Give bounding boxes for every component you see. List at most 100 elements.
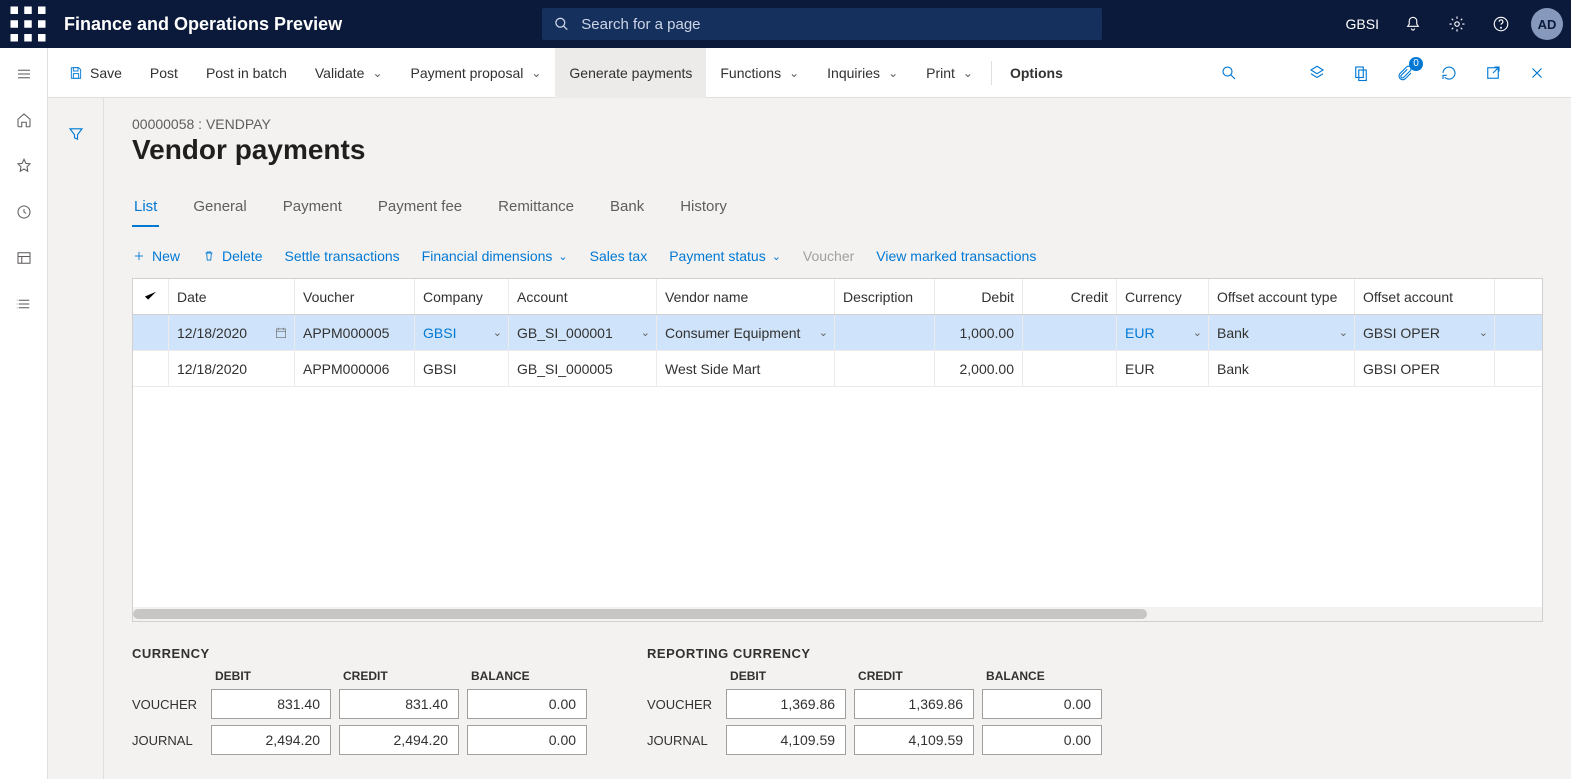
col-vendor-name[interactable]: Vendor name <box>657 279 835 314</box>
cell-offset-type[interactable]: Bank <box>1209 351 1355 386</box>
delete-button[interactable]: Delete <box>202 248 262 264</box>
favorites-icon[interactable] <box>2 144 46 188</box>
payment-proposal-button[interactable]: Payment proposal⌄ <box>397 48 556 98</box>
tab-list[interactable]: List <box>132 192 159 227</box>
col-offset-account[interactable]: Offset account <box>1355 279 1495 314</box>
options-button[interactable]: Options <box>996 48 1077 98</box>
cell-debit[interactable]: 2,000.00 <box>935 351 1023 386</box>
select-all-checkbox[interactable] <box>133 279 169 314</box>
col-voucher[interactable]: Voucher <box>295 279 415 314</box>
tab-bank[interactable]: Bank <box>608 192 646 227</box>
find-button[interactable] <box>1209 53 1249 93</box>
col-offset-type[interactable]: Offset account type <box>1209 279 1355 314</box>
company-indicator[interactable]: GBSI <box>1336 16 1389 32</box>
attachments-button[interactable]: 0 <box>1385 53 1425 93</box>
user-avatar[interactable]: AD <box>1531 8 1563 40</box>
col-currency[interactable]: Currency <box>1117 279 1209 314</box>
tab-general[interactable]: General <box>191 192 248 227</box>
app-launcher-icon[interactable] <box>8 4 48 44</box>
cell-account[interactable]: GB_SI_000005 <box>509 351 657 386</box>
cell-description[interactable] <box>835 351 935 386</box>
cell-credit[interactable] <box>1023 315 1117 350</box>
payment-status-link[interactable]: Payment status⌄ <box>669 248 781 264</box>
row-selector[interactable] <box>133 315 169 350</box>
generate-payments-button[interactable]: Generate payments <box>555 48 706 98</box>
cell-vendor[interactable]: Consumer Equipment⌄ <box>657 315 835 350</box>
grid-row[interactable]: 12/18/2020 APPM000005 GBSI⌄ GB_SI_000001… <box>133 315 1542 351</box>
print-button[interactable]: Print⌄ <box>912 48 987 98</box>
nav-expand-button[interactable] <box>2 52 46 96</box>
settle-transactions-link[interactable]: Settle transactions <box>284 248 399 264</box>
tab-history[interactable]: History <box>678 192 729 227</box>
horizontal-scrollbar[interactable] <box>133 607 1542 621</box>
cell-company[interactable]: GBSI⌄ <box>415 315 509 350</box>
functions-button[interactable]: Functions⌄ <box>706 48 813 98</box>
chevron-down-icon: ⌄ <box>493 326 502 339</box>
cell-offset-type[interactable]: Bank⌄ <box>1209 315 1355 350</box>
currency-totals-title: CURRENCY <box>132 646 587 661</box>
cell-date[interactable]: 12/18/2020 <box>169 351 295 386</box>
cell-offset-account[interactable]: GBSI OPER⌄ <box>1355 315 1495 350</box>
sales-tax-link[interactable]: Sales tax <box>590 248 648 264</box>
home-icon[interactable] <box>2 98 46 142</box>
cell-company[interactable]: GBSI <box>415 351 509 386</box>
cell-debit[interactable]: 1,000.00 <box>935 315 1023 350</box>
chevron-down-icon: ⌄ <box>1339 326 1348 339</box>
chevron-down-icon: ⌄ <box>963 66 973 80</box>
inquiries-button[interactable]: Inquiries⌄ <box>813 48 912 98</box>
save-button[interactable]: Save <box>54 48 136 98</box>
cell-currency[interactable]: EUR⌄ <box>1117 315 1209 350</box>
modules-icon[interactable] <box>2 282 46 326</box>
col-description[interactable]: Description <box>835 279 935 314</box>
col-debit[interactable]: Debit <box>935 279 1023 314</box>
cell-description[interactable] <box>835 315 935 350</box>
validate-button[interactable]: Validate⌄ <box>301 48 397 98</box>
tab-payment[interactable]: Payment <box>281 192 344 227</box>
chevron-down-icon: ⌄ <box>789 66 799 80</box>
workspaces-icon[interactable] <box>2 236 46 280</box>
financial-dimensions-link[interactable]: Financial dimensions⌄ <box>422 248 568 264</box>
filter-button[interactable] <box>60 118 92 150</box>
notification-button[interactable] <box>1393 4 1433 44</box>
save-icon <box>68 65 84 81</box>
cell-account[interactable]: GB_SI_000001⌄ <box>509 315 657 350</box>
col-date[interactable]: Date <box>169 279 295 314</box>
post-in-batch-button[interactable]: Post in batch <box>192 48 301 98</box>
col-account[interactable]: Account <box>509 279 657 314</box>
reporting-voucher-debit: 1,369.86 <box>726 689 846 719</box>
popout-button[interactable] <box>1473 53 1513 93</box>
currency-voucher-credit: 831.40 <box>339 689 459 719</box>
recent-icon[interactable] <box>2 190 46 234</box>
cell-voucher[interactable]: APPM000006 <box>295 351 415 386</box>
close-button[interactable] <box>1517 53 1557 93</box>
row-journal-header: JOURNAL <box>647 733 718 748</box>
scrollbar-thumb[interactable] <box>133 609 1147 619</box>
search-bar[interactable] <box>542 8 1102 40</box>
action-bar: Save Post Post in batch Validate⌄ Paymen… <box>48 48 1571 98</box>
help-button[interactable] <box>1481 4 1521 44</box>
tab-payment-fee[interactable]: Payment fee <box>376 192 464 227</box>
col-balance-header: BALANCE <box>982 669 1102 683</box>
post-button[interactable]: Post <box>136 48 192 98</box>
refresh-button[interactable] <box>1429 53 1469 93</box>
new-button[interactable]: New <box>132 248 180 264</box>
view-marked-transactions-link[interactable]: View marked transactions <box>876 248 1036 264</box>
cell-offset-account[interactable]: GBSI OPER <box>1355 351 1495 386</box>
cell-credit[interactable] <box>1023 351 1117 386</box>
row-voucher-header: VOUCHER <box>647 697 718 712</box>
tab-remittance[interactable]: Remittance <box>496 192 576 227</box>
search-input[interactable] <box>581 16 1090 33</box>
personalize-button[interactable] <box>1297 53 1337 93</box>
cell-date[interactable]: 12/18/2020 <box>169 315 295 350</box>
cell-vendor[interactable]: West Side Mart <box>657 351 835 386</box>
col-credit[interactable]: Credit <box>1023 279 1117 314</box>
cell-currency[interactable]: EUR <box>1117 351 1209 386</box>
reporting-voucher-balance: 0.00 <box>982 689 1102 719</box>
col-company[interactable]: Company <box>415 279 509 314</box>
page-options-button[interactable] <box>1341 53 1381 93</box>
cell-voucher[interactable]: APPM000005 <box>295 315 415 350</box>
breadcrumb: 00000058 : VENDPAY <box>132 116 1543 132</box>
settings-button[interactable] <box>1437 4 1477 44</box>
row-selector[interactable] <box>133 351 169 386</box>
grid-row[interactable]: 12/18/2020 APPM000006 GBSI GB_SI_000005 … <box>133 351 1542 387</box>
